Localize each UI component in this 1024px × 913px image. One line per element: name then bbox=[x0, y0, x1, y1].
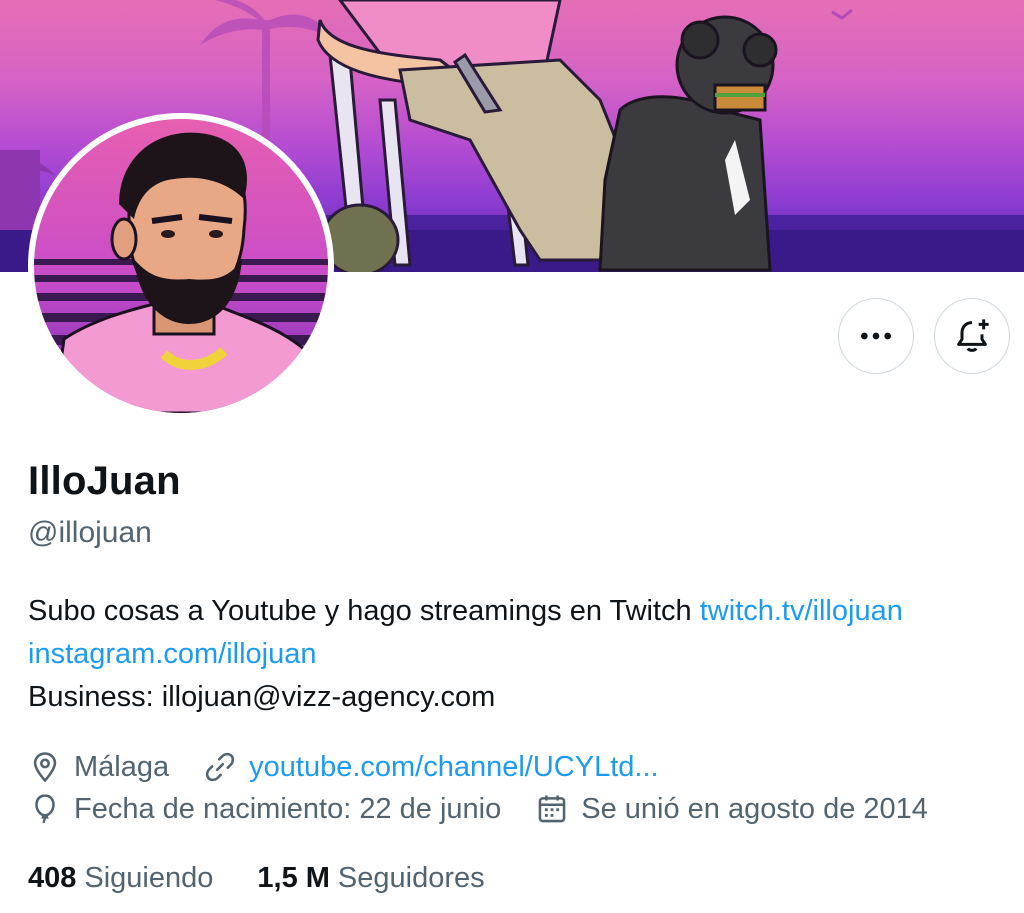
more-button[interactable] bbox=[838, 298, 914, 374]
more-dots-icon bbox=[861, 332, 891, 340]
notifications-button[interactable] bbox=[934, 298, 1010, 374]
link-icon bbox=[206, 752, 235, 782]
following-link[interactable]: 408 Siguiendo bbox=[28, 862, 213, 895]
location-text: Málaga bbox=[74, 750, 170, 783]
instagram-link[interactable]: instagram.com/illojuan bbox=[28, 638, 317, 670]
website-link[interactable]: youtube.com/channel/UCYLtd... bbox=[249, 751, 658, 784]
user-handle: @illojuan bbox=[28, 516, 152, 549]
following-count: 408 bbox=[28, 862, 77, 894]
balloon-icon bbox=[35, 794, 55, 824]
bio-line-1: Subo cosas a Youtube y hago streamings e… bbox=[28, 590, 1024, 633]
profile-avatar[interactable] bbox=[28, 113, 334, 419]
follow-stats: 408 Siguiendo 1,5 M Seguidores bbox=[28, 862, 529, 895]
display-name: IlloJuan bbox=[28, 459, 181, 503]
following-label: Siguiendo bbox=[84, 862, 214, 894]
calendar-icon bbox=[538, 795, 566, 823]
profile-meta-row-1: Málaga youtube.com/channel/UCYLtd... bbox=[28, 750, 693, 784]
website-item: youtube.com/channel/UCYLtd... bbox=[203, 750, 659, 784]
bio-line-3: Business: illojuan@vizz-agency.com bbox=[28, 681, 496, 713]
avatar-illustration bbox=[34, 119, 328, 413]
birthday-item: Fecha de nacimiento: 22 de junio bbox=[28, 792, 501, 826]
twitch-link[interactable]: twitch.tv/illojuan bbox=[700, 595, 903, 627]
location-pin-icon bbox=[33, 752, 57, 783]
profile-meta-row-2: Fecha de nacimiento: 22 de junio Se unió… bbox=[28, 792, 962, 826]
followers-count: 1,5 M bbox=[257, 862, 330, 894]
joined-item: Se unió en agosto de 2014 bbox=[535, 792, 928, 826]
bio-text: Subo cosas a Youtube y hago streamings e… bbox=[28, 595, 700, 627]
profile-bio: Subo cosas a Youtube y hago streamings e… bbox=[28, 590, 1024, 719]
bell-plus-icon bbox=[957, 319, 989, 352]
joined-text: Se unió en agosto de 2014 bbox=[581, 792, 928, 825]
bio-line-2: instagram.com/illojuan bbox=[28, 633, 1024, 676]
location-item: Málaga bbox=[28, 750, 169, 784]
birthday-text: Fecha de nacimiento: 22 de junio bbox=[74, 792, 502, 825]
followers-label: Seguidores bbox=[337, 862, 485, 894]
followers-link[interactable]: 1,5 M Seguidores bbox=[257, 862, 484, 895]
